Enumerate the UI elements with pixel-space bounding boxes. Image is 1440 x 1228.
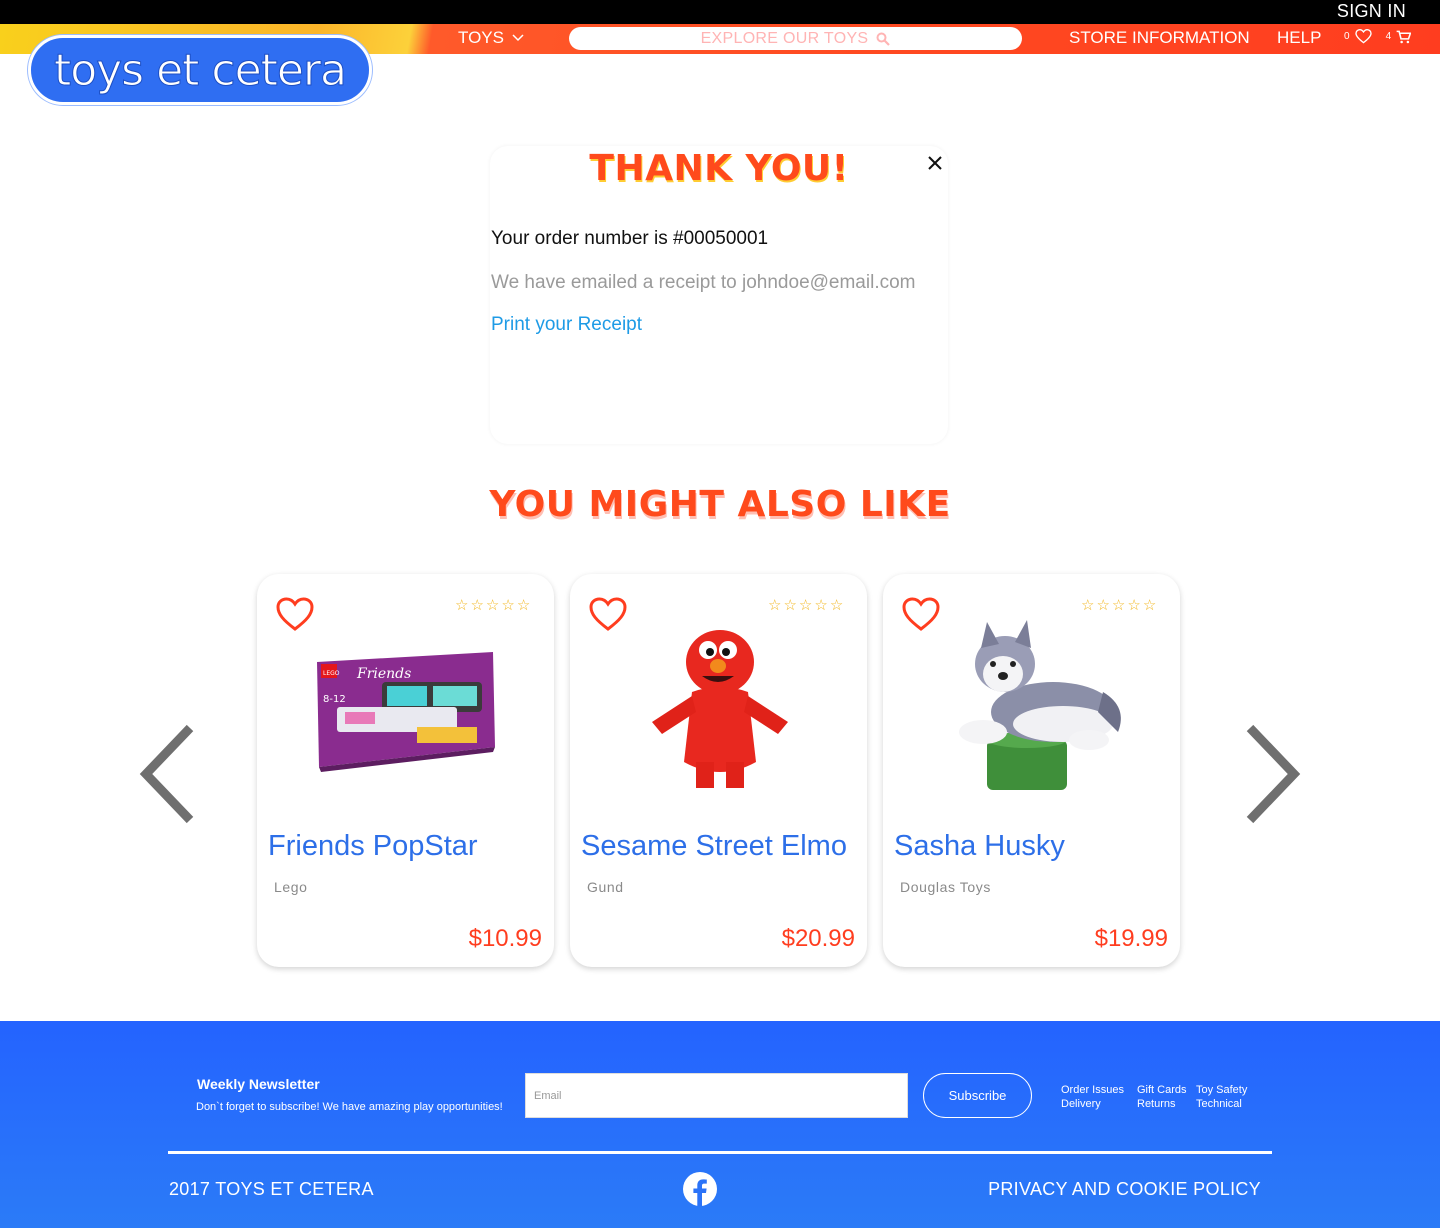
footer-link-technical[interactable]: Technical bbox=[1196, 1098, 1242, 1110]
privacy-policy-link[interactable]: PRIVACY AND COOKIE POLICY bbox=[988, 1179, 1261, 1200]
confirmation-title: THANK YOU! bbox=[589, 148, 849, 189]
nav-toys-label: TOYS bbox=[458, 28, 504, 47]
footer-link-order-issues[interactable]: Order Issues bbox=[1061, 1084, 1124, 1096]
chevron-down-icon bbox=[512, 34, 524, 42]
recommendations-title: YOU MIGHT ALSO LIKE bbox=[489, 484, 951, 525]
order-confirmation-panel: THANK YOU! Your order number is #0005000… bbox=[490, 146, 948, 444]
nav-toys-menu[interactable]: TOYS bbox=[458, 28, 524, 48]
product-name[interactable]: Friends PopStar bbox=[268, 830, 478, 863]
svg-text:Friends: Friends bbox=[356, 666, 411, 682]
close-icon[interactable] bbox=[924, 152, 946, 174]
subscribe-button[interactable]: Subscribe bbox=[923, 1073, 1032, 1118]
product-image-husky bbox=[959, 620, 1121, 790]
nav-store-information[interactable]: STORE INFORMATION bbox=[1069, 28, 1250, 48]
chevron-left-icon[interactable] bbox=[134, 722, 204, 826]
product-card[interactable]: ☆ ☆ ☆ ☆ ☆ Sasha Husky Douglas Toys $19.99 bbox=[883, 574, 1180, 967]
product-price: $20.99 bbox=[781, 925, 855, 952]
newsletter-title: Weekly Newsletter bbox=[197, 1076, 320, 1092]
star-outline-icon: ☆ bbox=[516, 597, 531, 614]
star-outline-icon: ☆ bbox=[829, 597, 844, 614]
product-brand: Lego bbox=[274, 879, 308, 895]
search-icon[interactable] bbox=[876, 32, 891, 46]
product-name[interactable]: Sesame Street Elmo bbox=[581, 830, 847, 863]
footer-divider bbox=[168, 1151, 1272, 1154]
svg-text:8-12: 8-12 bbox=[323, 694, 346, 705]
product-price: $10.99 bbox=[468, 925, 542, 952]
wishlist-count: 0 bbox=[1344, 31, 1350, 42]
star-outline-icon: ☆ bbox=[1142, 597, 1157, 614]
sign-in-link[interactable]: SIGN IN bbox=[1337, 1, 1406, 22]
product-brand: Douglas Toys bbox=[900, 879, 991, 895]
site-footer: Weekly Newsletter Don`t forget to subscr… bbox=[0, 1021, 1440, 1228]
footer-link-delivery[interactable]: Delivery bbox=[1061, 1098, 1101, 1110]
top-bar: SIGN IN bbox=[0, 0, 1440, 24]
footer-link-returns[interactable]: Returns bbox=[1137, 1098, 1176, 1110]
nav-icons: 0 4 bbox=[1344, 29, 1412, 44]
copyright-text: 2017 TOYS ET CETERA bbox=[169, 1179, 374, 1199]
search-bar[interactable]: EXPLORE OUR TOYS bbox=[569, 27, 1022, 50]
site-logo[interactable]: toys et cetera bbox=[28, 35, 372, 105]
cart-icon[interactable] bbox=[1396, 30, 1412, 44]
logo-text: toys et cetera bbox=[53, 44, 347, 96]
product-image-elmo bbox=[652, 630, 788, 788]
newsletter-email-input[interactable]: Email bbox=[525, 1073, 908, 1118]
footer-link-toy-safety[interactable]: Toy Safety bbox=[1196, 1084, 1247, 1096]
nav-help[interactable]: HELP bbox=[1277, 28, 1321, 48]
heart-icon[interactable] bbox=[1354, 29, 1372, 44]
print-receipt-link[interactable]: Print your Receipt bbox=[491, 314, 642, 336]
newsletter-subtitle: Don`t forget to subscribe! We have amazi… bbox=[196, 1101, 503, 1113]
receipt-email-text: We have emailed a receipt to johndoe@ema… bbox=[491, 272, 916, 293]
search-input[interactable]: EXPLORE OUR TOYS bbox=[701, 30, 869, 48]
cart-count: 4 bbox=[1385, 31, 1392, 42]
product-card[interactable]: ☆ ☆ ☆ ☆ ☆ LEGO Friends 8-12 Friends PopStar … bbox=[257, 574, 554, 967]
svg-text:LEGO: LEGO bbox=[323, 670, 340, 677]
product-card[interactable]: ☆ ☆ ☆ ☆ ☆ Sesame Street Elmo Gund $20.99 bbox=[570, 574, 867, 967]
product-price: $19.99 bbox=[1094, 925, 1168, 952]
product-image-lego-box: LEGO Friends 8-12 bbox=[317, 652, 495, 772]
footer-link-gift-cards[interactable]: Gift Cards bbox=[1137, 1084, 1187, 1096]
chevron-right-icon[interactable] bbox=[1236, 722, 1306, 826]
product-name[interactable]: Sasha Husky bbox=[894, 830, 1065, 863]
product-brand: Gund bbox=[587, 879, 624, 895]
order-number-text: Your order number is #00050001 bbox=[491, 228, 769, 249]
facebook-icon[interactable] bbox=[683, 1172, 717, 1206]
